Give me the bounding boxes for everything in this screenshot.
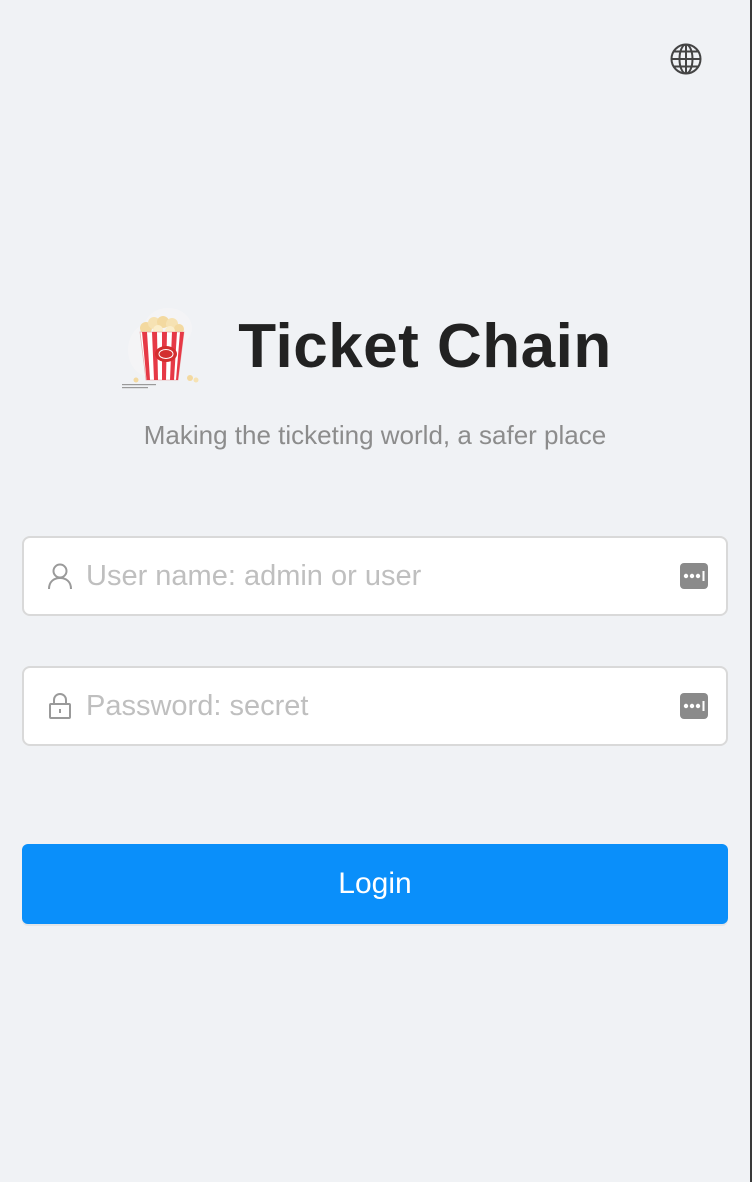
language-selector[interactable] (668, 41, 704, 77)
tagline: Making the ticketing world, a safer plac… (143, 420, 607, 450)
login-page: Ticket Chain Making the ticketing world,… (0, 0, 752, 1182)
popcorn-logo-icon (122, 308, 199, 389)
app-title: Ticket Chain (238, 311, 612, 381)
login-button[interactable]: Login (22, 844, 728, 924)
password-manager-icon[interactable] (680, 563, 708, 589)
user-icon (46, 562, 74, 590)
lock-icon (46, 692, 74, 720)
password-input[interactable] (86, 668, 670, 744)
password-manager-icon[interactable] (680, 693, 708, 719)
username-input[interactable] (86, 538, 670, 614)
username-field[interactable] (22, 536, 728, 616)
password-field[interactable] (22, 666, 728, 746)
brand-header: Ticket Chain (0, 300, 750, 392)
globe-icon (670, 43, 702, 75)
